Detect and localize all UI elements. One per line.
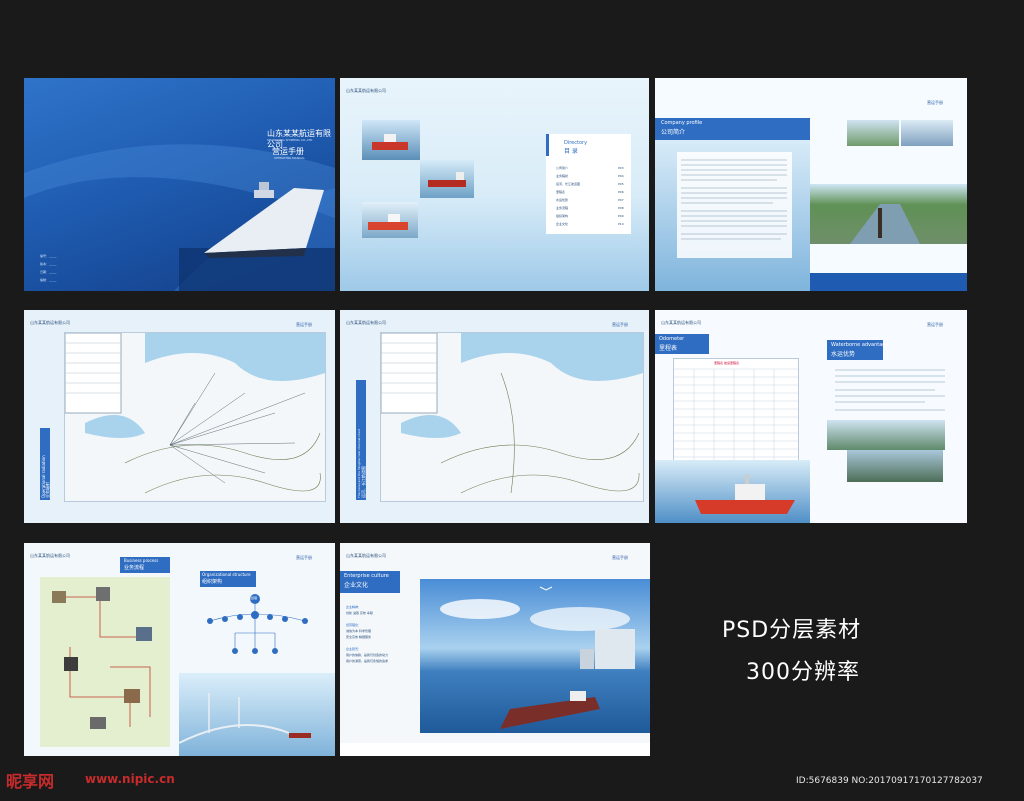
profile-footer-band [810, 273, 967, 291]
odometer-title-en: Odometer [659, 336, 685, 342]
brand-mark: 营运手册 [612, 555, 628, 560]
radiation-title-cn: 业务辐射 [45, 482, 50, 498]
channel-map[interactable] [380, 332, 644, 502]
page-header-company: 山东某某航运有限公司 [346, 553, 386, 558]
brand-mark: 营运手册 [296, 555, 312, 560]
odometer-page: 山东某某航运有限公司 营运手册 Odometer 里程表 里程表 航运里程表 W… [655, 310, 967, 523]
directory-item[interactable]: 运河、长江航道图 [556, 182, 580, 186]
page-header-company: 山东某某航运有限公司 [30, 553, 70, 558]
page-header-company: 山东某某航运有限公司 [30, 320, 70, 325]
culture-footer [340, 743, 650, 756]
cover-form-line: 日期：_____ [40, 270, 57, 274]
culture-line: 经营理念： [346, 623, 362, 627]
org-chart [207, 594, 308, 654]
directory-page-no: P09 [618, 214, 624, 218]
directory-item[interactable]: 组织架构 [556, 214, 568, 218]
directory-page: 山东某某航运有限公司 Directory 目 录 公司简介 业务辐射 运河、长江… [340, 78, 649, 291]
cover-page: 山东某某航运有限公司 SHANDONG SHIPPING CO.,LTD 营运手… [24, 78, 335, 291]
process-diagram [40, 577, 170, 747]
port-photo [827, 420, 945, 450]
directory-page-no: P03 [618, 166, 624, 170]
brand-mark: 营运手册 [296, 322, 312, 327]
process-title-en: Business process [124, 558, 159, 563]
directory-item[interactable]: 水运优势 [556, 198, 568, 202]
culture-line: 创新 进取 高效 奉献 [346, 611, 373, 615]
directory-page-no: P07 [618, 198, 624, 202]
directory-accent-bar [546, 134, 549, 156]
promo-line-1: PSD分层素材 [722, 618, 862, 643]
brand-mark: 营运手册 [612, 322, 628, 327]
directory-panel: Directory 目 录 公司简介 业务辐射 运河、长江航道图 里程表 水运优… [546, 134, 631, 234]
brand-mark: 营运手册 [927, 322, 943, 327]
culture-line: 企业精神： [346, 605, 362, 609]
radiation-map-page: 山东某某航运有限公司 营运手册 Operational radiation 业务… [24, 310, 335, 523]
cover-form-line: 版本：_____ [40, 262, 57, 266]
bridge-sea-photo [178, 673, 335, 756]
river-photo [847, 120, 899, 146]
directory-item[interactable]: 公司简介 [556, 166, 568, 170]
tugboat-photo [362, 120, 420, 160]
waterborne-title-cn: 水运优势 [831, 351, 856, 358]
directory-page-no: P08 [618, 206, 624, 210]
org-title-cn: 组织架构 [202, 579, 223, 585]
culture-title-cn: 企业文化 [344, 582, 369, 589]
canal-barges-photo [810, 184, 967, 244]
brand-mark: 营运手册 [927, 100, 943, 105]
directory-page-no: P06 [618, 190, 624, 194]
directory-title-cn: 目 录 [564, 148, 578, 155]
culture-line: 安全高效 精细服务 [346, 635, 371, 639]
brochure-layout-sheet: { "cover": { "company": "山东某某航运有限公司", "c… [0, 0, 1024, 801]
process-org-page: 山东某某航运有限公司 营运手册 Business process 业务流程 Or… [24, 543, 335, 756]
directory-page-no: P04 [618, 174, 624, 178]
cover-form-line: 编制：_____ [40, 278, 57, 282]
channel-map-page: 山东某某航运有限公司 营运手册 The canal and the Yangtz… [340, 310, 649, 523]
supply-ship-photo [655, 460, 810, 523]
channel-side-tab: The canal and the Yangtze river channel … [356, 380, 366, 500]
culture-line: 诚信为本 科学管理 [346, 629, 371, 633]
directory-page-no: P05 [618, 182, 624, 186]
watermark-id: ID:5676839 NO:20170917170127782037 [796, 776, 983, 786]
waterborne-title-en: Waterborne advantage [831, 342, 889, 348]
promo-line-2: 300分辨率 [746, 660, 860, 685]
org-root-label: 总经理 [248, 596, 258, 600]
page-header-company: 山东某某航运有限公司 [661, 320, 701, 325]
cargo-ship-photo [420, 160, 474, 198]
channel-title-cn: 运河、长江航道图 [361, 466, 366, 498]
profile-title-cn: 公司简介 [661, 129, 686, 136]
watermark-url[interactable]: www.nipic.cn [85, 772, 175, 786]
cover-manual-title-en: OPERATING MANUAL [274, 156, 305, 160]
profile-text-block [677, 152, 792, 258]
profile-title-en: Company profile [661, 120, 703, 126]
culture-page: 山东某某航运有限公司 营运手册 Enterprise culture 企业文化 … [340, 543, 650, 756]
radiation-map[interactable] [64, 332, 326, 502]
page-header-company: 山东某某航运有限公司 [346, 320, 386, 325]
cover-company-name-en: SHANDONG SHIPPING CO.,LTD [267, 138, 313, 142]
culture-harbor-photo [420, 579, 650, 733]
barge-fleet-photo [847, 450, 943, 482]
waterborne-text-lines [835, 369, 945, 411]
culture-line: 企业愿景： [346, 647, 362, 651]
culture-line: 用户的满意，是我们永恒的追求 [346, 659, 389, 663]
company-profile-page: Company profile 公司简介 营运手册 [655, 78, 967, 291]
cover-artwork [24, 144, 335, 291]
directory-item[interactable]: 业务辐射 [556, 174, 568, 178]
directory-item[interactable]: 业务流程 [556, 206, 568, 210]
directory-page-no: P10 [618, 222, 624, 226]
directory-item[interactable]: 里程表 [556, 190, 565, 194]
process-title-cn: 业务流程 [124, 565, 145, 571]
org-title-en: Organizational structure [202, 572, 251, 577]
culture-title-en: Enterprise culture [344, 573, 389, 579]
supply-vessel-photo [362, 202, 418, 238]
culture-line: 用户的信赖，是我们创造的动力 [346, 653, 389, 657]
bridge-photo [901, 120, 953, 146]
radiation-side-tab: Operational radiation 业务辐射 [40, 428, 50, 500]
odometer-title-cn: 里程表 [659, 345, 678, 352]
watermark-logo: 昵享网 [6, 772, 55, 791]
cover-form-line: 编号：_____ [40, 254, 57, 258]
page-header-company: 山东某某航运有限公司 [346, 88, 386, 93]
directory-item[interactable]: 企业文化 [556, 222, 568, 226]
odometer-table: 里程表 航运里程表 [673, 358, 799, 470]
